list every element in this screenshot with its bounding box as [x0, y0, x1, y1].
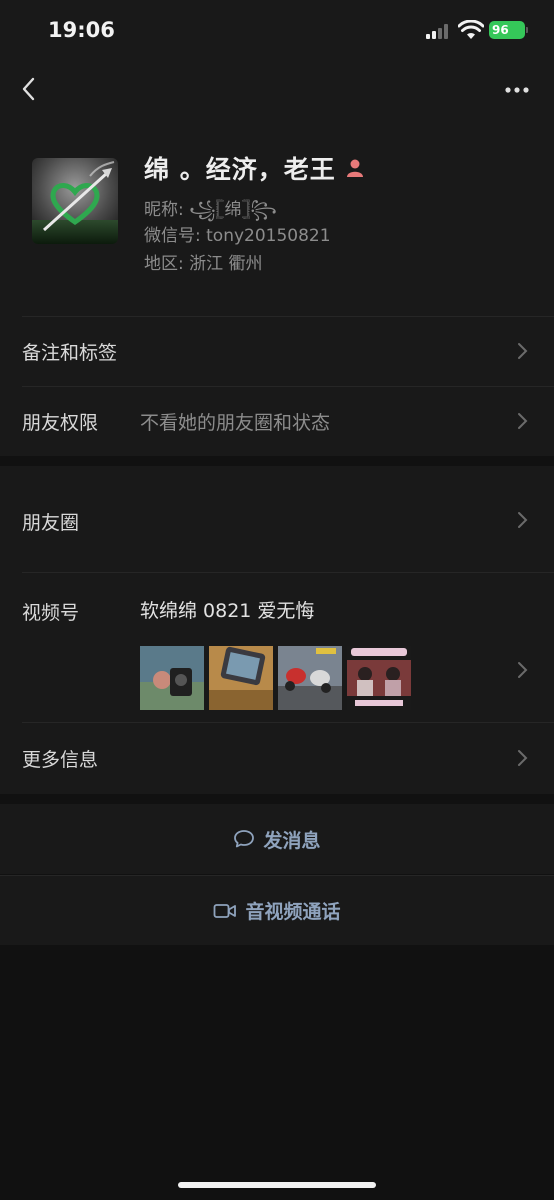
channels-row[interactable]: 视频号 软绵绵 0821 爱无悔	[0, 572, 554, 722]
remarks-tags-row[interactable]: 备注和标签	[0, 316, 554, 386]
chevron-right-icon	[518, 750, 528, 766]
moments-label: 朋友圈	[22, 512, 80, 534]
region: 地区: 浙江 衢州	[144, 254, 263, 274]
send-message-button[interactable]: 发消息	[0, 804, 554, 874]
send-message-label: 发消息	[263, 829, 321, 852]
moments-row[interactable]: 朋友圈	[0, 466, 554, 572]
display-name: 绵 。经济，老王	[144, 155, 336, 184]
av-call-button[interactable]: 音视频通话	[0, 875, 554, 945]
friend-permissions-value: 不看她的朋友圈和状态	[140, 412, 331, 434]
name-row: 绵 。经济，老王	[144, 150, 364, 186]
more-icon[interactable]	[500, 76, 534, 102]
navigation-bar	[0, 60, 554, 120]
cellular-signal-icon	[426, 23, 452, 39]
channels-name: 软绵绵 0821 爱无悔	[140, 600, 315, 622]
channel-thumbnail[interactable]	[278, 646, 342, 710]
video-camera-icon	[214, 903, 237, 918]
chat-bubble-icon	[234, 830, 255, 848]
channels-label: 视频号	[22, 602, 80, 624]
chevron-right-icon	[518, 343, 528, 359]
back-icon[interactable]	[16, 76, 42, 102]
female-icon	[346, 159, 363, 177]
status-time: 19:06	[48, 18, 115, 42]
profile-header: 绵 。经济，老王 昵称: ꧁𓊈绵𓊉꧂ 微信号: tony20150821 地区:…	[0, 120, 554, 316]
wechat-id: 微信号: tony20150821	[144, 226, 331, 246]
more-info-row[interactable]: 更多信息	[0, 722, 554, 794]
remarks-tags-label: 备注和标签	[22, 342, 118, 364]
channel-thumbnail[interactable]	[140, 646, 204, 710]
status-bar: 19:06 96	[0, 0, 554, 60]
avatar[interactable]	[32, 158, 118, 244]
chevron-right-icon	[518, 512, 528, 528]
friend-permissions-label: 朋友权限	[22, 412, 99, 434]
friend-permissions-row[interactable]: 朋友权限 不看她的朋友圈和状态	[0, 386, 554, 456]
channel-thumbnail[interactable]	[347, 646, 411, 710]
channel-thumbnail[interactable]	[209, 646, 273, 710]
wifi-icon	[458, 20, 484, 39]
channels-thumbnails	[140, 646, 411, 710]
chevron-right-icon	[518, 413, 528, 429]
battery-level: 96	[492, 23, 509, 37]
av-call-label: 音视频通话	[245, 901, 341, 923]
chevron-right-icon	[518, 662, 528, 678]
home-indicator[interactable]	[178, 1182, 376, 1188]
more-info-label: 更多信息	[22, 749, 99, 771]
battery-icon: 96	[489, 21, 528, 39]
